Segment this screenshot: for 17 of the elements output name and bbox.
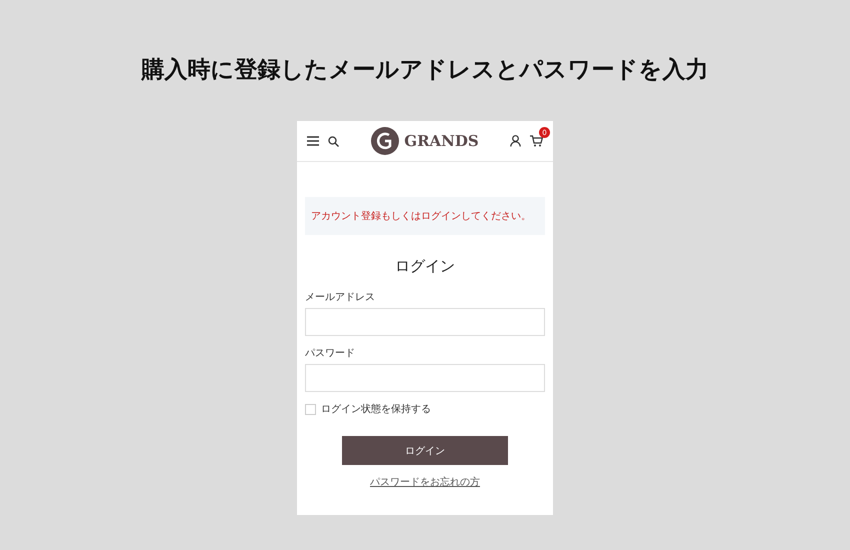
user-icon[interactable] [510, 135, 521, 147]
input-field[interactable] [305, 308, 545, 336]
logo-text: GRANDS [404, 132, 479, 150]
field-label: メールアドレス [305, 291, 376, 304]
login-button[interactable]: ログイン [342, 436, 508, 465]
remember-checkbox[interactable] [305, 404, 316, 414]
remember-label: ログイン状態を保持する [321, 402, 431, 416]
field-label: パスワード [305, 347, 356, 360]
notice-message: アカウント登録もしくはログインしてください。 [305, 197, 545, 235]
input-field[interactable] [305, 364, 545, 392]
logo-icon [371, 127, 400, 155]
menu-icon[interactable] [307, 136, 319, 146]
forgot-password-link[interactable]: パスワードをお忘れの方 [370, 475, 480, 489]
cart-icon[interactable] [530, 135, 543, 147]
page-heading: 購入時に登録したメールアドレスとパスワードを入力 [142, 56, 708, 85]
login-title: ログイン [394, 257, 456, 276]
search-icon[interactable] [328, 136, 339, 146]
